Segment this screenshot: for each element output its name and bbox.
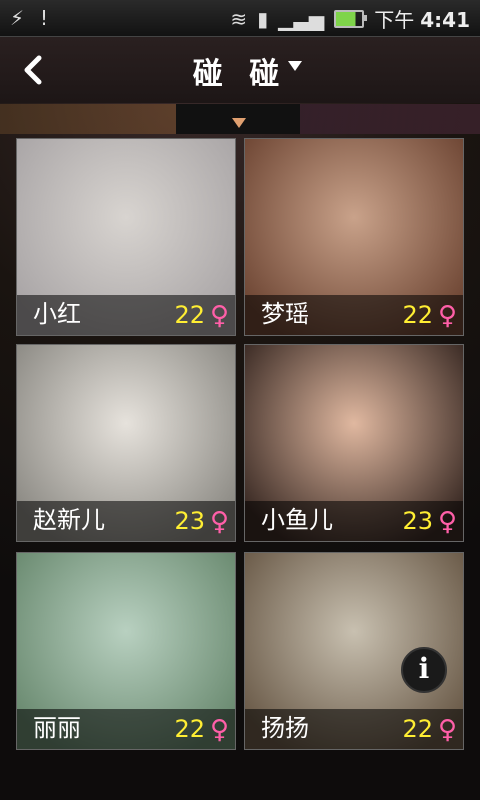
profile-age: 22 — [402, 715, 433, 743]
profile-age: 23 — [174, 507, 205, 535]
profile-name: 扬扬 — [261, 714, 309, 742]
profile-caption: 小红 22 ♀ — [17, 295, 235, 335]
profile-name: 梦瑶 — [261, 300, 309, 328]
profile-caption: 丽丽 22 ♀ — [17, 709, 235, 749]
info-icon[interactable]: i — [401, 647, 447, 693]
profile-age: 22 — [402, 301, 433, 329]
profile-name: 小鱼儿 — [261, 506, 333, 534]
female-icon: ♀ — [437, 715, 457, 745]
profile-grid: 小红 22 ♀ 梦瑶 22 ♀ 赵新儿 23 ♀ 小鱼儿 23 ♀ 丽丽 22 … — [0, 0, 480, 800]
profile-card[interactable]: 小红 22 ♀ — [16, 138, 236, 336]
female-icon: ♀ — [209, 301, 229, 331]
female-icon: ♀ — [437, 301, 457, 331]
profile-caption: 梦瑶 22 ♀ — [245, 295, 463, 335]
female-icon: ♀ — [209, 715, 229, 745]
female-icon: ♀ — [437, 507, 457, 537]
profile-caption: 赵新儿 23 ♀ — [17, 501, 235, 541]
profile-card[interactable]: 梦瑶 22 ♀ — [244, 138, 464, 336]
profile-card[interactable]: 丽丽 22 ♀ — [16, 552, 236, 750]
profile-card[interactable]: i 扬扬 22 ♀ — [244, 552, 464, 750]
profile-age: 22 — [174, 715, 205, 743]
profile-age: 22 — [174, 301, 205, 329]
female-icon: ♀ — [209, 507, 229, 537]
profile-name: 赵新儿 — [33, 506, 105, 534]
profile-card[interactable]: 小鱼儿 23 ♀ — [244, 344, 464, 542]
profile-caption: 小鱼儿 23 ♀ — [245, 501, 463, 541]
profile-caption: 扬扬 22 ♀ — [245, 709, 463, 749]
profile-age: 23 — [402, 507, 433, 535]
profile-name: 丽丽 — [33, 714, 81, 742]
profile-name: 小红 — [33, 300, 81, 328]
profile-card[interactable]: 赵新儿 23 ♀ — [16, 344, 236, 542]
